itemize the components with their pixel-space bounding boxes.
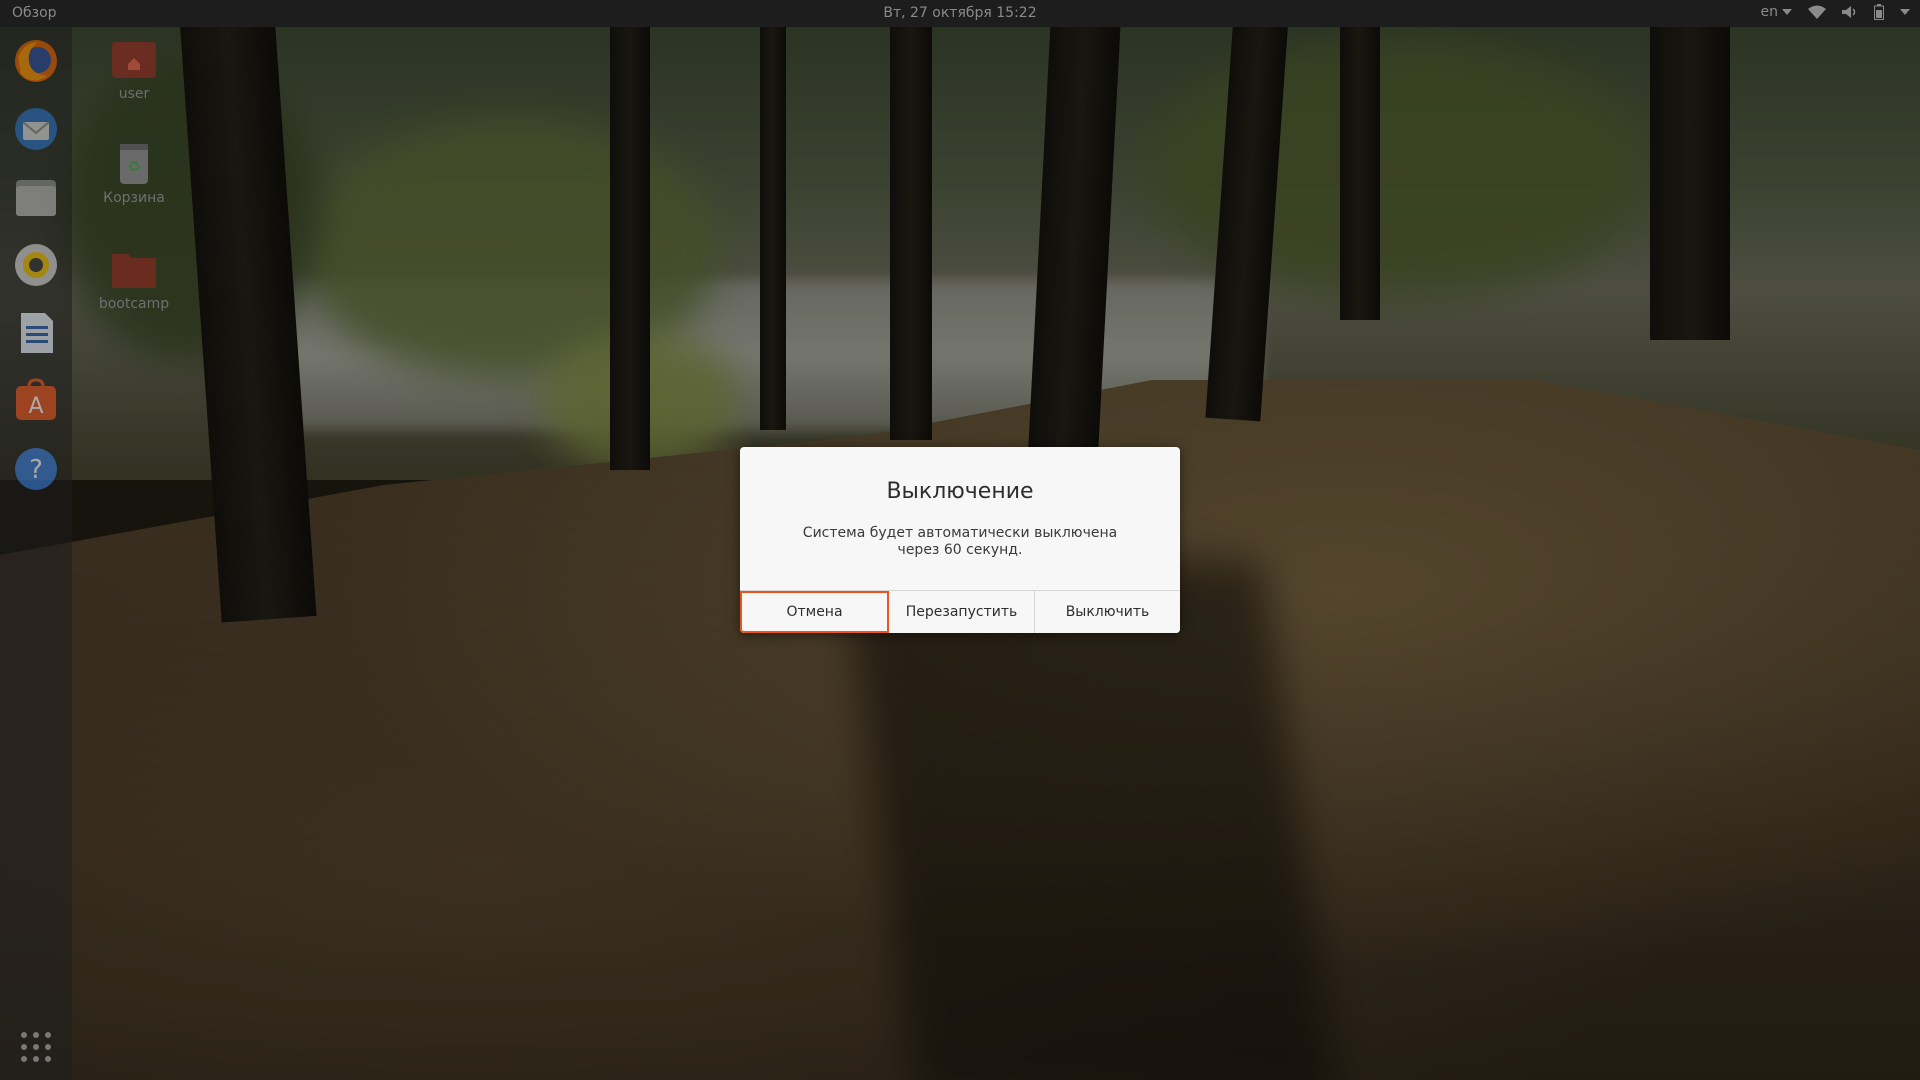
firefox-icon[interactable] [12,37,60,85]
folder-icon [110,246,158,294]
dialog-message: Система будет автоматически выключена че… [802,525,1118,558]
cancel-button[interactable]: Отмена [740,591,889,633]
desktop-icon-trash[interactable]: ♻ Корзина [84,140,184,206]
power-off-button[interactable]: Выключить [1035,591,1180,633]
clock[interactable]: Вт, 27 октября 15:22 [0,5,1920,21]
chevron-down-icon [1782,9,1792,15]
thunderbird-icon[interactable] [12,105,60,153]
system-menu-chevron-icon[interactable] [1900,9,1910,15]
battery-icon[interactable] [1874,4,1884,20]
help-icon[interactable]: ? [12,445,60,493]
dock: A ? [0,27,72,1080]
language-label: en [1760,4,1779,20]
language-indicator[interactable]: en [1760,4,1792,20]
desktop-icon-home[interactable]: user [84,36,184,102]
dialog-title: Выключение [886,479,1034,504]
dialog-button-row: Отмена Перезапустить Выключить [740,590,1180,633]
network-wifi-icon[interactable] [1808,5,1826,19]
desktop-icon-label: user [118,86,150,102]
trash-icon: ♻ [110,140,158,188]
desktop-icon-label: bootcamp [98,296,170,312]
ubuntu-software-icon[interactable]: A [12,377,60,425]
svg-text:?: ? [29,455,43,485]
shutdown-dialog: Выключение Система будет автоматически в… [740,447,1180,633]
system-tray[interactable]: en [1760,4,1910,20]
svg-text:A: A [28,394,43,419]
volume-icon[interactable] [1842,5,1858,19]
files-icon[interactable] [12,173,60,221]
restart-button[interactable]: Перезапустить [889,591,1035,633]
desktop-icon-bootcamp[interactable]: bootcamp [84,246,184,312]
svg-text:♻: ♻ [127,157,141,176]
home-folder-icon [110,36,158,84]
desktop-screen: Обзор Вт, 27 октября 15:22 en A ? user ♻… [0,0,1920,1080]
rhythmbox-icon[interactable] [12,241,60,289]
libreoffice-writer-icon[interactable] [12,309,60,357]
show-applications-grid-icon[interactable] [20,1031,52,1063]
desktop-icon-label: Корзина [103,190,165,206]
top-bar: Обзор Вт, 27 октября 15:22 en [0,0,1920,27]
